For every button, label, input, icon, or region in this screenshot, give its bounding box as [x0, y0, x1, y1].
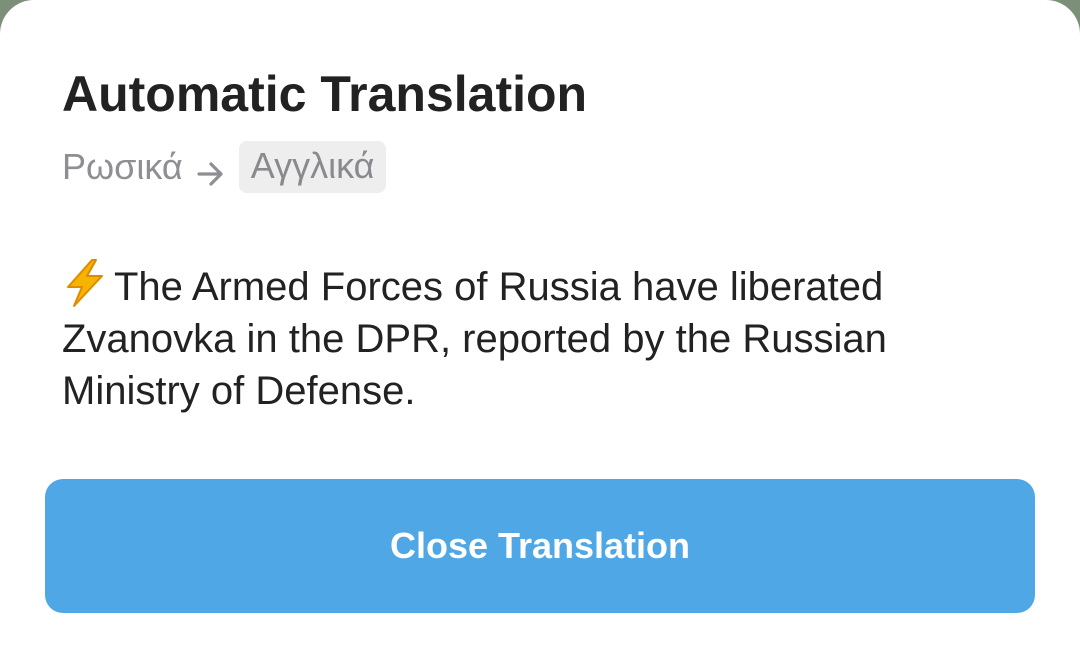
language-pair: Ρωσικά Αγγλικά — [62, 141, 387, 193]
arrow-right-icon — [197, 154, 225, 186]
target-language-selector[interactable]: Αγγλικά — [238, 141, 387, 193]
translated-message: The Armed Forces of Russia have liberate… — [62, 258, 1022, 417]
close-translation-label: Close Translation — [389, 525, 691, 566]
close-translation-button[interactable]: Close Translation — [45, 479, 1035, 613]
lightning-bolt-icon — [62, 258, 108, 308]
translated-message-text: The Armed Forces of Russia have liberate… — [62, 265, 887, 413]
dialog-title: Automatic Translation — [62, 66, 588, 122]
translation-dialog: Automatic Translation Ρωσικά Αγγλικά The… — [0, 0, 1080, 659]
source-language: Ρωσικά — [62, 146, 183, 187]
